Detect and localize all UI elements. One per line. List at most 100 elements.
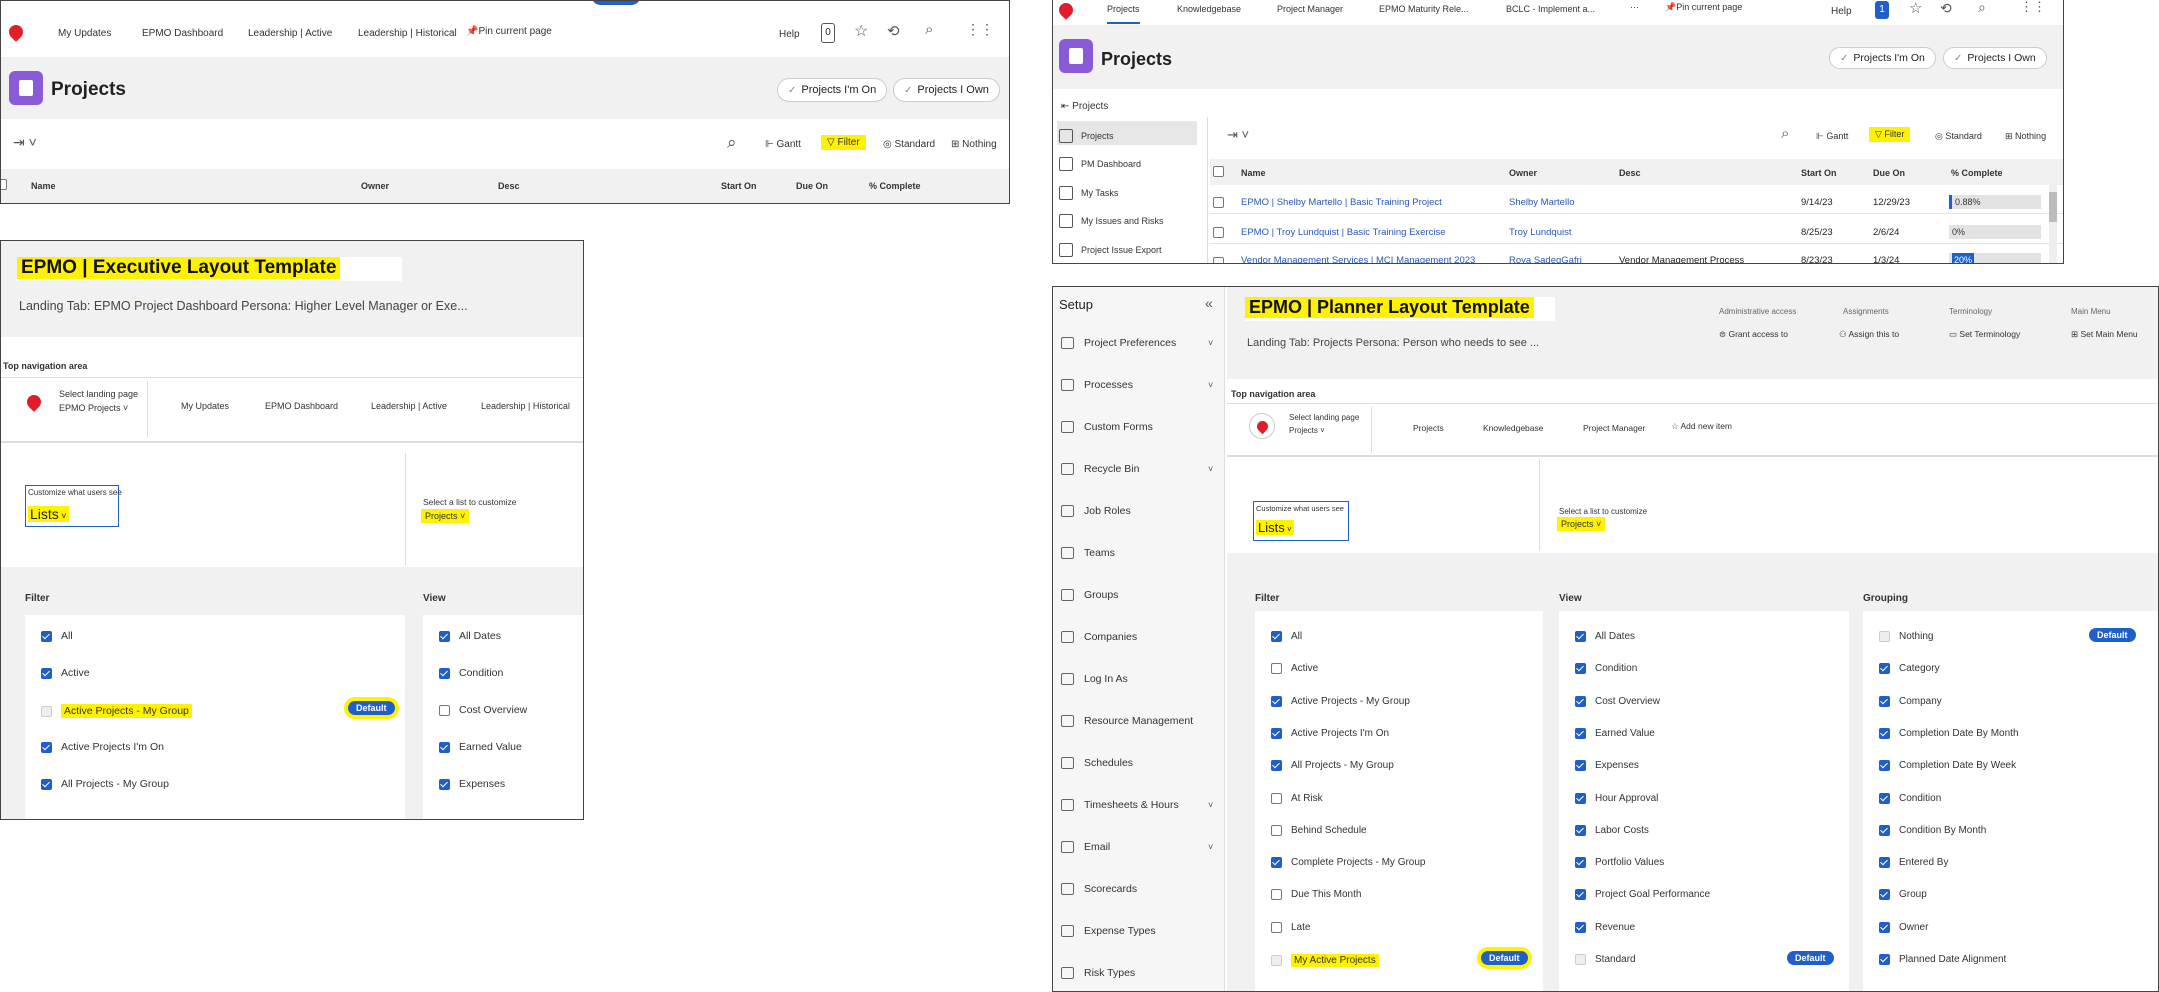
view-option-standard[interactable]: Standard	[1575, 954, 1636, 965]
filter-button[interactable]: ▽ Filter	[821, 135, 866, 150]
tab-project-manager[interactable]: Project Manager	[1277, 4, 1343, 14]
row-checkbox[interactable]	[1213, 257, 1224, 263]
select-list-dropdown[interactable]: Projects ˅	[1557, 517, 1606, 531]
select-all-checkbox[interactable]	[1213, 166, 1224, 177]
checkbox[interactable]	[1879, 857, 1890, 869]
chevron-down-icon[interactable]: ˅	[1208, 464, 1213, 474]
projects-im-on-button[interactable]: ✓ Projects I'm On	[777, 78, 888, 102]
grouping-option-category[interactable]: Category	[1879, 663, 1940, 675]
grouping-option-condition[interactable]: Condition	[1879, 792, 1941, 804]
checkbox[interactable]	[1575, 792, 1586, 804]
view-option-earned-value[interactable]: Earned Value	[439, 741, 522, 753]
row-name-link[interactable]: EPMO | Troy Lundquist | Basic Training E…	[1241, 227, 1446, 238]
export-icon[interactable]: ⇥ ˅	[13, 134, 37, 151]
preview-nav-leadership-active[interactable]: Leadership | Active	[371, 401, 447, 411]
grouping-nothing-button[interactable]: ⊞ Nothing	[951, 139, 997, 150]
nav-link-leadership-active[interactable]: Leadership | Active	[248, 28, 332, 39]
sidebar-item-my-issues-risks[interactable]: My Issues and Risks	[1059, 214, 1164, 228]
pin-current-page[interactable]: 📌Pin current page	[466, 26, 552, 37]
scrollbar-thumb[interactable]	[2049, 192, 2057, 222]
help-link[interactable]: Help	[779, 29, 800, 40]
projects-i-own-button[interactable]: ✓ Projects I Own	[893, 78, 1000, 102]
star-icon[interactable]: ☆	[854, 21, 868, 41]
chevron-down-icon[interactable]: ˅	[1208, 800, 1213, 810]
column-owner[interactable]: Owner	[1509, 168, 1537, 178]
chevron-down-icon[interactable]: ˅	[1208, 338, 1213, 348]
preview-nav-knowledgebase[interactable]: Knowledgebase	[1483, 423, 1544, 433]
setup-item-schedules[interactable]: Schedules	[1061, 757, 1133, 769]
tab-bclc-implement[interactable]: BCLC - Implement a...	[1506, 4, 1595, 14]
collapse-sidebar-icon[interactable]: «	[1205, 295, 1213, 311]
checkbox[interactable]	[439, 630, 450, 642]
search-icon[interactable]: ⌕	[1978, 0, 1986, 16]
column-due-on[interactable]: Due On	[796, 181, 828, 191]
nav-link-my-updates[interactable]: My Updates	[58, 28, 111, 39]
checkbox[interactable]	[1271, 824, 1282, 836]
filter-option-at-risk[interactable]: At Risk	[1271, 792, 1323, 804]
projects-im-on-button[interactable]: ✓ Projects I'm On	[1829, 47, 1936, 69]
setup-item-scorecards[interactable]: Scorecards	[1061, 883, 1137, 895]
checkbox[interactable]	[1271, 792, 1282, 804]
preview-nav-leadership-historical[interactable]: Leadership | Historical	[481, 401, 570, 411]
setup-item-project-preferences[interactable]: Project Preferences	[1061, 337, 1176, 349]
checkbox[interactable]	[439, 741, 450, 753]
setup-item-custom-forms[interactable]: Custom Forms	[1061, 421, 1153, 433]
checkbox[interactable]	[1271, 921, 1282, 933]
checkbox[interactable]	[1575, 695, 1586, 707]
template-title[interactable]: EPMO | Planner Layout Template	[1245, 297, 1534, 318]
view-option-revenue[interactable]: Revenue	[1575, 921, 1635, 933]
preview-nav-projects[interactable]: Projects	[1413, 423, 1444, 433]
checkbox[interactable]	[1575, 824, 1586, 836]
column-start-on[interactable]: Start On	[721, 181, 757, 191]
filter-option-due-this-month[interactable]: Due This Month	[1271, 889, 1361, 901]
grouping-option-entered-by[interactable]: Entered By	[1879, 857, 1948, 869]
sidebar-item-projects[interactable]: Projects	[1059, 129, 1114, 143]
checkbox[interactable]	[1271, 857, 1282, 869]
setup-item-processes[interactable]: Processes	[1061, 379, 1133, 391]
checkbox[interactable]	[1575, 889, 1586, 901]
view-option-expenses[interactable]: Expenses	[1575, 760, 1639, 772]
filter-option-active-projects-i-m-on[interactable]: Active Projects I'm On	[41, 741, 164, 753]
nav-link-leadership-historical[interactable]: Leadership | Historical	[358, 28, 457, 39]
preview-nav-project-manager[interactable]: Project Manager	[1583, 423, 1645, 433]
apps-grid-icon[interactable]: ⋮⋮	[966, 21, 994, 38]
nav-link-epmo-dashboard[interactable]: EPMO Dashboard	[142, 28, 223, 39]
checkbox[interactable]	[1271, 889, 1282, 901]
checkbox[interactable]	[1271, 631, 1282, 642]
filter-option-active[interactable]: Active	[1271, 663, 1318, 675]
column-owner[interactable]: Owner	[361, 181, 389, 191]
search-icon[interactable]: ⌕	[925, 21, 933, 38]
column-percent-complete[interactable]: % Complete	[869, 181, 921, 191]
checkbox[interactable]	[1575, 857, 1586, 869]
gantt-button[interactable]: ⊩ Gantt	[765, 139, 801, 150]
row-name-link[interactable]: Vendor Management Services | MCI Managem…	[1241, 255, 1475, 263]
checkbox[interactable]	[1271, 695, 1282, 707]
pin-current-page[interactable]: 📌Pin current page	[1665, 2, 1742, 13]
chevron-down-icon[interactable]: ˅	[1208, 842, 1213, 852]
sidebar-item-project-issue-export[interactable]: Project Issue Export	[1059, 243, 1162, 257]
list-search-icon[interactable]: ⌕	[1781, 125, 1789, 142]
preview-nav-my-updates[interactable]: My Updates	[181, 401, 229, 411]
tab-epmo-maturity[interactable]: EPMO Maturity Rele...	[1379, 4, 1469, 14]
grouping-nothing-button[interactable]: ⊞ Nothing	[2005, 131, 2046, 142]
checkbox[interactable]	[1575, 760, 1586, 772]
checkbox[interactable]	[1575, 631, 1586, 642]
checkbox[interactable]	[1879, 889, 1890, 901]
column-desc[interactable]: Desc	[1619, 168, 1641, 178]
filter-option-all[interactable]: All	[41, 630, 73, 642]
setup-item-teams[interactable]: Teams	[1061, 547, 1115, 559]
chevron-down-icon[interactable]: ˅	[1208, 380, 1213, 390]
checkbox[interactable]	[41, 741, 52, 753]
row-checkbox[interactable]	[1213, 227, 1224, 238]
filter-option-all[interactable]: All	[1271, 631, 1302, 642]
checkbox[interactable]	[1271, 727, 1282, 739]
grouping-option-owner[interactable]: Owner	[1879, 921, 1928, 933]
checkbox[interactable]	[439, 667, 450, 679]
setup-item-resource-management[interactable]: Resource Management	[1061, 715, 1193, 727]
grouping-option-condition-by-month[interactable]: Condition By Month	[1879, 824, 1986, 836]
grouping-option-completion-date-by-month[interactable]: Completion Date By Month	[1879, 727, 2019, 739]
checkbox[interactable]	[1575, 663, 1586, 675]
set-terminology-button[interactable]: ▭ Set Terminology	[1949, 329, 2020, 340]
checkbox[interactable]	[1879, 631, 1890, 642]
checkbox[interactable]	[41, 705, 52, 717]
